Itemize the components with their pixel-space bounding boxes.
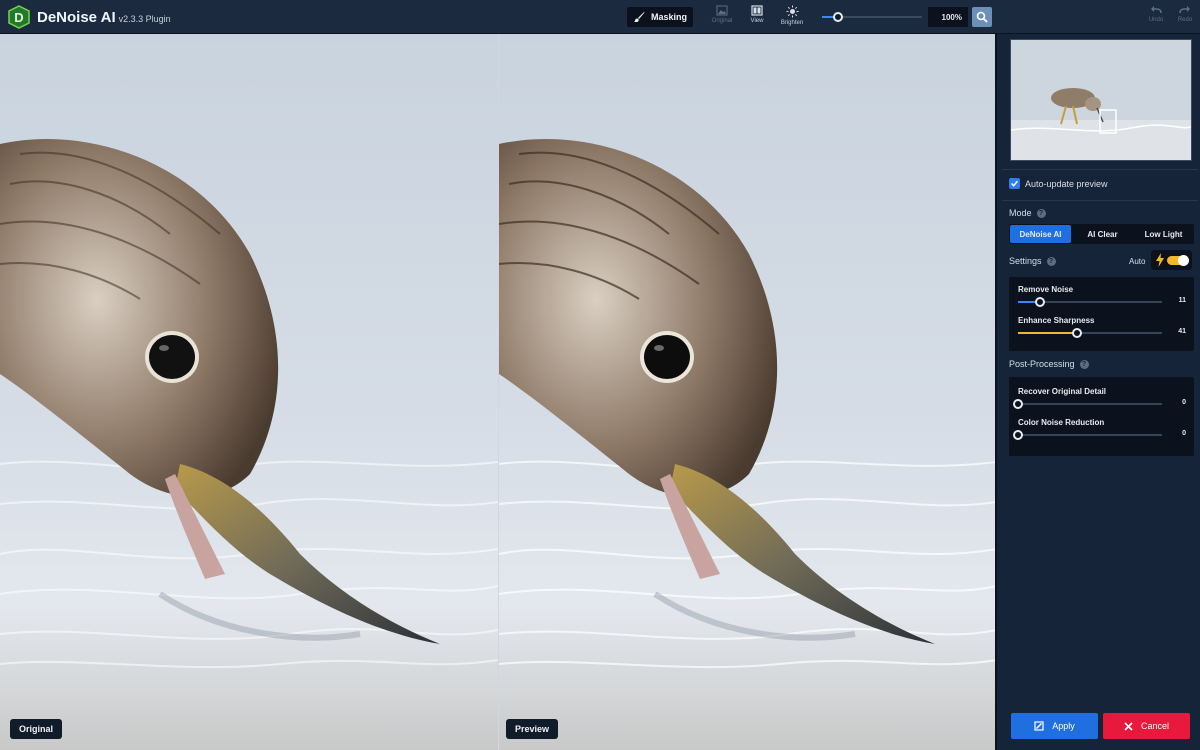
- settings-section-label: Settings ?: [1009, 256, 1056, 266]
- brighten-label: Brighten: [780, 20, 804, 26]
- view-label: View: [750, 18, 764, 24]
- auto-update-preview-row[interactable]: Auto-update preview: [1009, 178, 1108, 189]
- brush-icon: [633, 12, 645, 22]
- settings-panel: Auto-update preview Mode ? DeNoise AI AI…: [995, 34, 1200, 750]
- enhance-sharpness-slider-fill: [1018, 332, 1078, 334]
- app-logo-icon: D: [8, 5, 30, 29]
- original-photo-bird: [0, 34, 498, 750]
- mode-ai-clear[interactable]: AI Clear: [1072, 224, 1133, 244]
- masking-label: Masking: [650, 12, 687, 22]
- mode-selector: DeNoise AI AI Clear Low Light: [1009, 224, 1194, 244]
- brighten-button[interactable]: Brighten: [772, 4, 812, 30]
- sun-icon: [786, 5, 798, 18]
- color-noise-value: 0: [1182, 430, 1186, 437]
- enhance-sharpness-slider-row: Enhance Sharpness 41: [1018, 316, 1186, 338]
- remove-noise-label: Remove Noise: [1018, 285, 1074, 294]
- apply-label: Apply: [1052, 721, 1075, 731]
- check-icon: [1010, 180, 1019, 187]
- top-toolbar: D DeNoise AI v2.3.3 Plugin Masking Origin…: [0, 0, 1200, 34]
- auto-label: Auto: [1129, 257, 1146, 266]
- lightning-icon: [1156, 253, 1164, 267]
- zoom-value-field[interactable]: 100%: [928, 7, 968, 27]
- panel-divider: [1002, 169, 1198, 170]
- remove-noise-value: 11: [1178, 297, 1186, 304]
- color-noise-slider-row: Color Noise Reduction 0: [1013, 418, 1186, 440]
- recover-detail-slider-row: Recover Original Detail 0: [1013, 387, 1186, 409]
- auto-settings-toggle[interactable]: [1151, 250, 1192, 270]
- settings-help-icon[interactable]: ?: [1046, 256, 1056, 266]
- remove-noise-slider[interactable]: [1018, 297, 1162, 307]
- preview-image-pane[interactable]: Preview: [499, 34, 995, 750]
- redo-icon: [1179, 6, 1190, 14]
- preview-photo-bird: [499, 34, 995, 750]
- mode-help-icon[interactable]: ?: [1036, 208, 1046, 218]
- recover-detail-label: Recover Original Detail: [1018, 387, 1107, 396]
- settings-box: Remove Noise 11 Enhance Sharpness 41: [1009, 277, 1194, 351]
- recover-detail-slider-handle[interactable]: [1013, 399, 1023, 409]
- post-processing-help-icon[interactable]: ?: [1079, 359, 1089, 369]
- close-icon: [1124, 721, 1133, 731]
- redo-button[interactable]: Redo: [1165, 4, 1200, 30]
- mode-low-light[interactable]: Low Light: [1133, 224, 1194, 244]
- app-title: DeNoise AI v2.3.3 Plugin: [37, 9, 171, 26]
- apply-icon: [1034, 721, 1044, 731]
- recover-detail-value: 0: [1182, 399, 1186, 406]
- magnifier-icon: [976, 11, 988, 23]
- cancel-label: Cancel: [1140, 721, 1169, 731]
- image-icon: [716, 5, 728, 16]
- navigator-image: [1011, 40, 1191, 160]
- mode-denoise-ai[interactable]: DeNoise AI: [1010, 225, 1071, 243]
- mode-section-label: Mode ?: [1009, 208, 1046, 218]
- zoom-slider[interactable]: [822, 12, 922, 22]
- color-noise-slider-handle[interactable]: [1013, 430, 1023, 440]
- post-processing-label: Post-Processing: [1009, 359, 1075, 369]
- color-noise-label: Color Noise Reduction: [1018, 418, 1105, 427]
- preview-pane-label: Preview: [506, 719, 559, 739]
- original-view-button[interactable]: Original: [702, 4, 742, 30]
- app-version: v2.3.3 Plugin: [118, 14, 171, 24]
- settings-label: Settings: [1009, 256, 1042, 266]
- remove-noise-slider-row: Remove Noise 11: [1018, 285, 1186, 307]
- split-view-icon: [751, 5, 763, 16]
- apply-button[interactable]: Apply: [1011, 713, 1098, 739]
- navigator-thumbnail[interactable]: [1010, 39, 1192, 161]
- toggle-knob[interactable]: [1178, 255, 1189, 266]
- enhance-sharpness-slider[interactable]: [1018, 328, 1162, 338]
- view-button[interactable]: View: [737, 4, 777, 30]
- enhance-sharpness-value: 41: [1178, 328, 1186, 335]
- enhance-sharpness-slider-handle[interactable]: [1072, 328, 1083, 338]
- zoom-slider-handle[interactable]: [833, 12, 843, 22]
- redo-label: Redo: [1177, 17, 1193, 23]
- post-processing-section-label: Post-Processing ?: [1009, 359, 1089, 369]
- masking-button[interactable]: Masking: [627, 7, 693, 27]
- color-noise-slider[interactable]: [1013, 430, 1162, 440]
- enhance-sharpness-label: Enhance Sharpness: [1018, 316, 1095, 325]
- remove-noise-slider-handle[interactable]: [1034, 297, 1045, 307]
- original-pane-label: Original: [10, 719, 63, 739]
- original-label: Original: [711, 18, 733, 24]
- undo-icon: [1151, 6, 1162, 14]
- auto-update-checkbox[interactable]: [1009, 178, 1020, 189]
- app-name: DeNoise AI: [37, 9, 116, 26]
- mode-label: Mode: [1009, 208, 1032, 218]
- post-processing-box: Recover Original Detail 0 Color Noise Re…: [1009, 377, 1194, 456]
- svg-text:D: D: [14, 10, 23, 25]
- recover-detail-slider[interactable]: [1013, 399, 1162, 409]
- cancel-button[interactable]: Cancel: [1103, 713, 1190, 739]
- auto-update-label: Auto-update preview: [1025, 178, 1108, 189]
- denoise-app: D DeNoise AI v2.3.3 Plugin Masking Origin…: [0, 0, 1200, 750]
- original-image-pane[interactable]: Original: [0, 34, 498, 750]
- zoom-button[interactable]: [972, 7, 992, 27]
- panel-divider: [1002, 200, 1198, 201]
- undo-label: Undo: [1148, 17, 1164, 23]
